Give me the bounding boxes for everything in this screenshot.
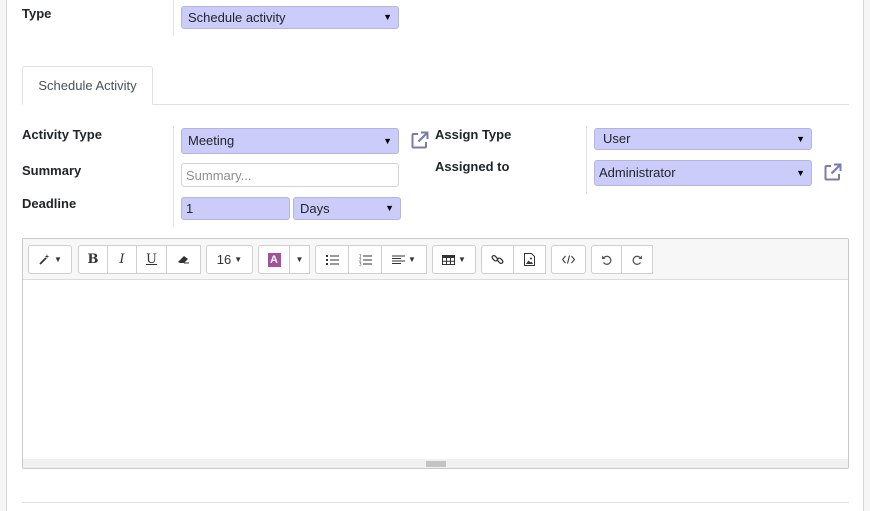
caret-down-icon: ▼	[796, 168, 805, 178]
magic-wand-icon	[39, 254, 50, 265]
editor-resize-handle[interactable]	[23, 459, 848, 468]
type-select[interactable]: Schedule activity ▼	[181, 6, 399, 29]
assign-type-value: User	[603, 131, 631, 146]
section-divider	[22, 502, 849, 503]
deadline-label: Deadline	[22, 196, 77, 211]
caret-down-icon: ▼	[234, 255, 243, 264]
font-color-button[interactable]: A	[258, 245, 290, 274]
svg-text:3: 3	[359, 261, 362, 266]
type-select-value: Schedule activity	[188, 10, 286, 25]
assigned-to-label: Assigned to	[435, 159, 510, 174]
external-link-icon[interactable]	[410, 130, 430, 150]
caret-down-icon: ▼	[295, 255, 304, 264]
separator	[173, 126, 174, 227]
table-dropdown[interactable]: ▼	[432, 245, 476, 274]
tab-schedule-activity[interactable]: Schedule Activity	[22, 66, 153, 105]
style-dropdown-button[interactable]: ▼	[28, 245, 72, 274]
editor-content-area[interactable]	[23, 280, 848, 460]
caret-down-icon: ▼	[408, 255, 416, 264]
bold-button[interactable]: B	[78, 245, 108, 274]
caret-down-icon: ▼	[54, 255, 62, 264]
font-color-dropdown[interactable]: ▼	[290, 245, 310, 274]
table-icon	[442, 254, 456, 265]
type-label: Type	[22, 6, 52, 21]
activity-type-label: Activity Type	[22, 127, 102, 142]
deadline-number-input[interactable]	[181, 197, 290, 220]
assigned-to-value: Administrator	[599, 165, 676, 180]
caret-down-icon: ▼	[383, 12, 392, 22]
deadline-unit-select[interactable]: Days ▼	[293, 197, 401, 220]
italic-button[interactable]: I	[108, 245, 137, 274]
insert-image-button[interactable]	[514, 245, 546, 274]
redo-icon	[632, 255, 642, 265]
activity-type-select[interactable]: Meeting ▼	[181, 128, 399, 154]
assigned-to-select[interactable]: Administrator ▼	[594, 160, 812, 186]
underline-icon: U	[146, 252, 157, 267]
insert-link-button[interactable]	[481, 245, 514, 274]
underline-button[interactable]: U	[137, 245, 167, 274]
separator	[173, 0, 174, 36]
assign-type-label: Assign Type	[435, 127, 512, 142]
separator	[586, 126, 587, 194]
redo-button[interactable]	[622, 245, 653, 274]
editor-toolbar: ▼ B I U 16 ▼ A ▼ 1 2 3 ▼ ▼	[23, 239, 848, 280]
caret-down-icon: ▼	[385, 203, 394, 213]
caret-down-icon: ▼	[383, 136, 392, 146]
activity-type-value: Meeting	[188, 133, 235, 148]
font-color-icon: A	[267, 252, 281, 267]
caret-down-icon: ▼	[458, 255, 466, 264]
bold-icon: B	[87, 252, 99, 267]
code-view-button[interactable]	[551, 245, 586, 274]
code-view-icon	[562, 255, 575, 264]
font-size-dropdown[interactable]: 16 ▼	[206, 245, 253, 274]
undo-button[interactable]	[591, 245, 622, 274]
form-sheet: Type Schedule activity ▼ Schedule Activi…	[6, 0, 864, 511]
bullet-list-icon	[325, 255, 339, 265]
clear-format-button[interactable]	[167, 245, 201, 274]
image-icon	[524, 253, 535, 266]
deadline-unit-value: Days	[300, 201, 330, 216]
font-size-value: 16	[216, 252, 232, 267]
eraser-icon	[178, 256, 189, 264]
undo-icon	[601, 255, 611, 265]
grip-icon	[425, 461, 446, 466]
numbered-list-icon: 1 2 3	[359, 254, 372, 266]
assign-type-select[interactable]: User ▼	[594, 128, 812, 150]
external-link-icon[interactable]	[823, 162, 843, 182]
caret-down-icon: ▼	[796, 134, 805, 144]
align-icon	[392, 255, 406, 264]
summary-label: Summary	[22, 163, 82, 178]
numbered-list-button[interactable]: 1 2 3	[349, 245, 382, 274]
paragraph-align-dropdown[interactable]: ▼	[382, 245, 427, 274]
summary-input[interactable]	[181, 163, 399, 187]
rich-text-editor: ▼ B I U 16 ▼ A ▼ 1 2 3 ▼ ▼	[22, 238, 849, 469]
italic-icon: I	[119, 252, 125, 267]
bullet-list-button[interactable]	[315, 245, 349, 274]
link-icon	[491, 254, 504, 265]
